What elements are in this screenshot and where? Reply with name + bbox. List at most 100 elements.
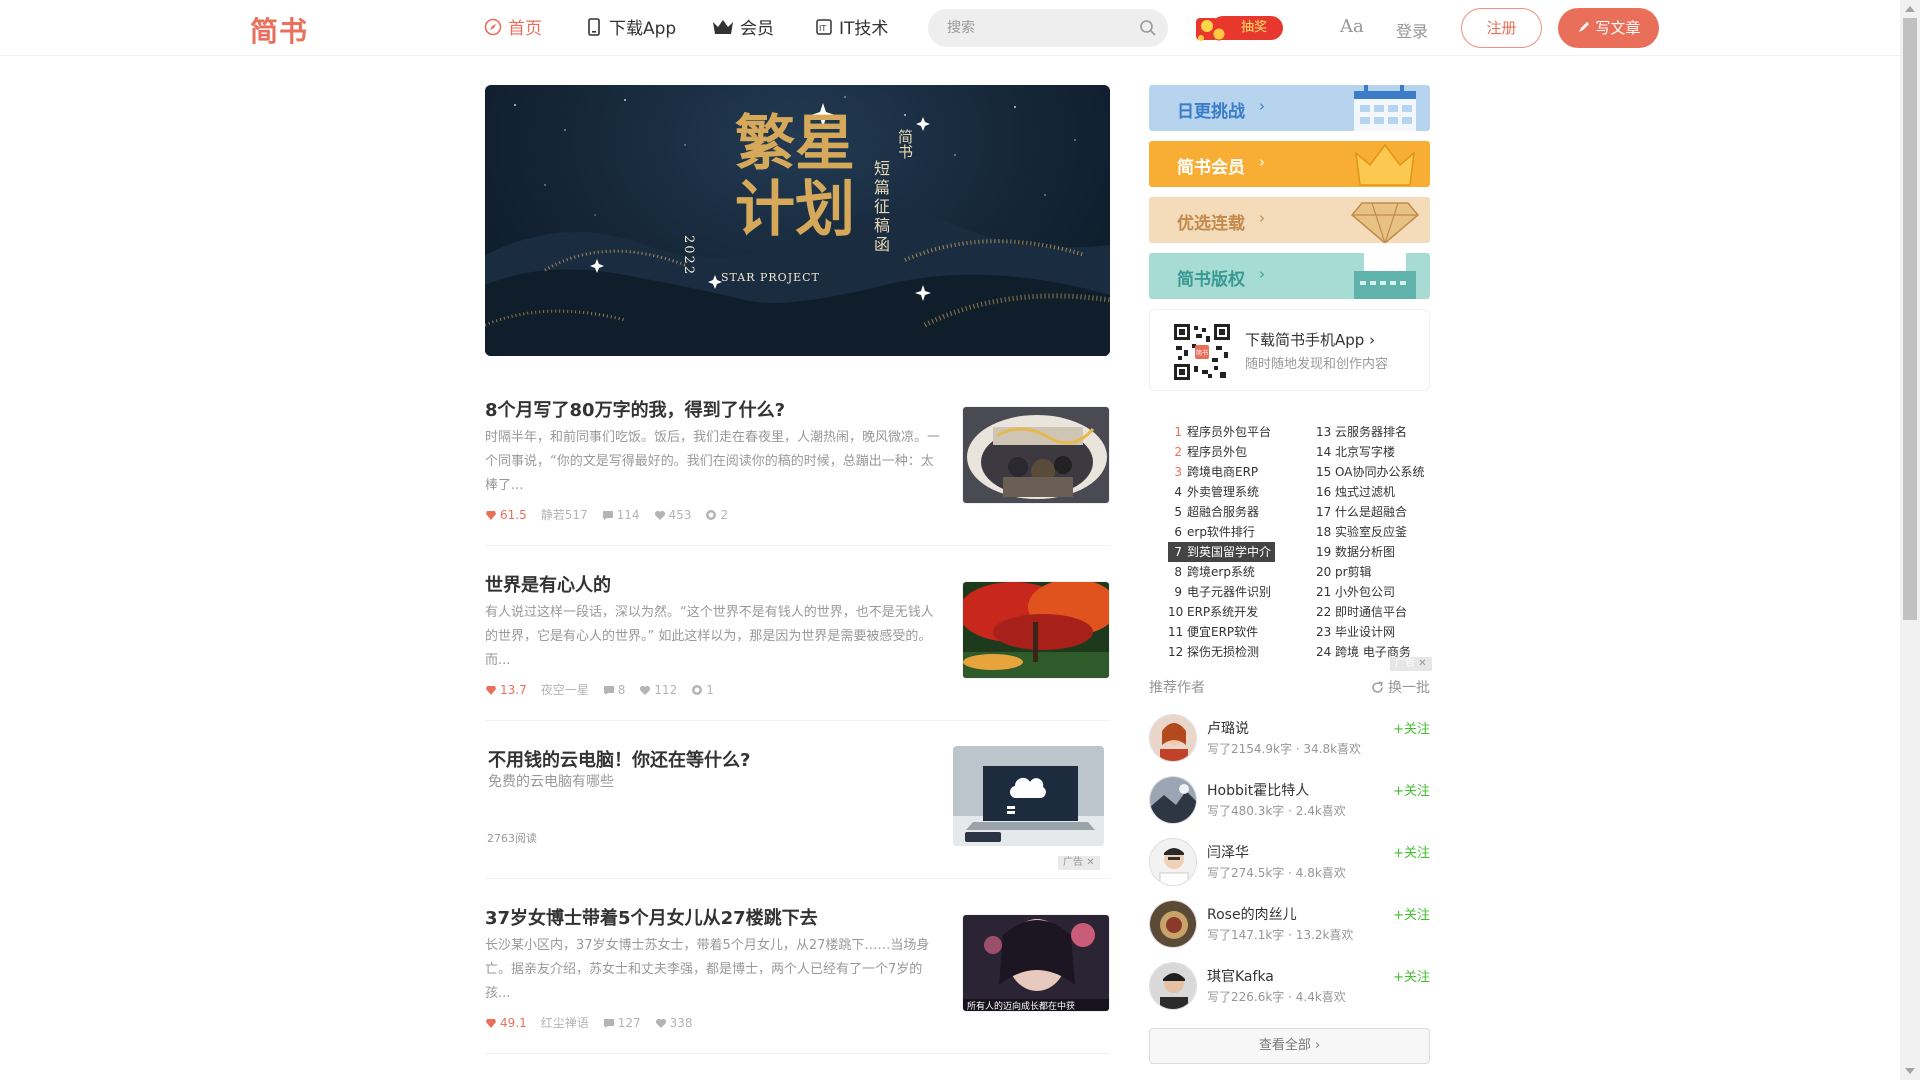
- follow-button[interactable]: +关注: [1393, 780, 1430, 799]
- follow-button[interactable]: +关注: [1393, 842, 1430, 861]
- banner-copyright[interactable]: 简书版权 ›: [1149, 253, 1430, 299]
- view-all-authors-button[interactable]: 查看全部 ›: [1149, 1028, 1430, 1064]
- hot-item[interactable]: 19 数据分析图: [1316, 542, 1395, 562]
- hot-item[interactable]: 21 小外包公司: [1316, 582, 1395, 602]
- refresh-button[interactable]: 换一批: [1371, 677, 1430, 697]
- hot-item[interactable]: 9 电子元器件识别: [1168, 582, 1271, 602]
- hot-item[interactable]: 15 OA协同办公系统: [1316, 462, 1424, 482]
- diamond-icon: [486, 510, 496, 520]
- download-app-card[interactable]: 简书 下载简书手机App › 随时随地发现和创作内容: [1149, 309, 1430, 391]
- hot-item[interactable]: 3 跨境电商ERP: [1168, 462, 1258, 482]
- ad-title[interactable]: 不用钱的云电脑！你还在等什么?: [488, 746, 750, 772]
- author-name[interactable]: Rose的肉丝儿: [1207, 904, 1297, 924]
- banner-serial[interactable]: 优选连载 ›: [1149, 197, 1430, 243]
- heart-icon: [654, 510, 665, 520]
- article-thumbnail[interactable]: 所有人的迈向成长都在中获: [962, 914, 1110, 1012]
- lottery-button[interactable]: 抽奖: [1193, 12, 1285, 44]
- article-title[interactable]: 世界是有心人的: [485, 571, 611, 597]
- avatar[interactable]: [1149, 714, 1197, 762]
- search-icon[interactable]: [1139, 19, 1157, 37]
- banner-daily-label: 日更挑战: [1177, 102, 1245, 122]
- login-link[interactable]: 登录: [1396, 18, 1428, 42]
- avatar[interactable]: [1149, 776, 1197, 824]
- author-item[interactable]: Hobbit霍比特人 写了480.3k字 · 2.4k喜欢 +关注: [1149, 774, 1430, 824]
- hot-item[interactable]: 13 云服务器排名: [1316, 422, 1407, 442]
- hot-item[interactable]: 5 超融合服务器: [1168, 502, 1259, 522]
- author-item[interactable]: 卢璐说 写了2154.9k字 · 34.8k喜欢 +关注: [1149, 712, 1430, 762]
- hot-list-ad-badge[interactable]: 广告 ✕: [1390, 657, 1432, 671]
- author-name[interactable]: Hobbit霍比特人: [1207, 780, 1309, 800]
- list-item[interactable]: 8个月写了80万字的我，得到了什么? 时隔半年，和前同事们吃饭。饭后，我们走在春…: [485, 396, 1110, 546]
- write-article-button[interactable]: 写文章: [1558, 8, 1659, 48]
- close-icon[interactable]: ✕: [1418, 658, 1426, 669]
- article-author[interactable]: 红尘禅语: [541, 1014, 589, 1031]
- crown-icon: [712, 18, 734, 36]
- author-name[interactable]: 卢璐说: [1207, 718, 1249, 738]
- banner-serial-label: 优选连载: [1177, 214, 1245, 234]
- follow-button[interactable]: +关注: [1393, 718, 1430, 737]
- ad-thumbnail[interactable]: [953, 746, 1104, 846]
- hot-item[interactable]: 1 程序员外包平台: [1168, 422, 1271, 442]
- hot-item[interactable]: 14 北京写字楼: [1316, 442, 1395, 462]
- hot-item[interactable]: 12 探伤无损检测: [1168, 642, 1259, 662]
- nav-it-tech[interactable]: IT IT技术: [815, 14, 888, 39]
- download-subtitle: 随时随地发现和创作内容: [1245, 357, 1389, 372]
- page-scrollbar[interactable]: [1900, 0, 1920, 1080]
- font-size-toggle[interactable]: Aa: [1340, 16, 1364, 37]
- follow-button[interactable]: +关注: [1393, 966, 1430, 985]
- site-logo[interactable]: 简书: [250, 10, 308, 50]
- search-input[interactable]: [947, 10, 1127, 46]
- hot-item[interactable]: 10 ERP系统开发: [1168, 602, 1258, 622]
- article-title[interactable]: 8个月写了80万字的我，得到了什么?: [485, 396, 785, 422]
- search-box: [928, 9, 1168, 47]
- author-item[interactable]: 闫泽华 写了274.5k字 · 4.8k喜欢 +关注: [1149, 836, 1430, 886]
- comment-count[interactable]: 114: [602, 508, 640, 522]
- scroll-down-icon[interactable]: [1905, 1068, 1915, 1074]
- close-icon[interactable]: ✕: [1086, 857, 1094, 868]
- like-count: 112: [639, 683, 677, 697]
- author-item[interactable]: 琪官Kafka 写了226.6k字 · 4.4k喜欢 +关注: [1149, 960, 1430, 1010]
- list-item[interactable]: 世界是有心人的 有人说过这样一段话，深以为然。“这个世界不是有钱人的世界，也不是…: [485, 571, 1110, 721]
- article-thumbnail[interactable]: [962, 581, 1110, 679]
- author-name[interactable]: 闫泽华: [1207, 842, 1249, 862]
- comment-count[interactable]: 8: [603, 683, 625, 697]
- avatar[interactable]: [1149, 838, 1197, 886]
- hot-item-selected[interactable]: 7 到英国留学中介: [1168, 542, 1276, 562]
- hot-item[interactable]: 6 erp软件排行: [1168, 522, 1255, 542]
- qr-center-label: 简书: [1196, 349, 1208, 357]
- article-thumbnail[interactable]: [962, 406, 1110, 504]
- hot-item[interactable]: 16 烛式过滤机: [1316, 482, 1395, 502]
- avatar[interactable]: [1149, 900, 1197, 948]
- hot-item[interactable]: 18 实验室反应釜: [1316, 522, 1407, 542]
- ad-list-item[interactable]: 不用钱的云电脑！你还在等什么? 免费的云电脑有哪些 2763阅读 广告 ✕: [485, 746, 1110, 879]
- ad-badge[interactable]: 广告 ✕: [1058, 856, 1100, 870]
- author-item[interactable]: Rose的肉丝儿 写了147.1k字 · 13.2k喜欢 +关注: [1149, 898, 1430, 948]
- article-title[interactable]: 37岁女博士带着5个月女儿从27楼跳下去: [485, 904, 818, 930]
- hot-item[interactable]: 11 便宜ERP软件: [1168, 622, 1258, 642]
- author-name[interactable]: 琪官Kafka: [1207, 966, 1274, 986]
- hot-item[interactable]: 22 即时通信平台: [1316, 602, 1407, 622]
- hot-item[interactable]: 23 毕业设计网: [1316, 622, 1395, 642]
- scroll-thumb[interactable]: [1903, 18, 1917, 620]
- banner-membership[interactable]: 简书会员 ›: [1149, 141, 1430, 187]
- nav-membership[interactable]: 会员: [712, 14, 774, 39]
- hero-banner[interactable]: 繁星计划 简书 短篇征稿函 2022 STAR PROJECT: [485, 85, 1110, 356]
- hot-item[interactable]: 17 什么是超融合: [1316, 502, 1407, 522]
- avatar[interactable]: [1149, 962, 1197, 1010]
- hot-item[interactable]: 20 pr剪辑: [1316, 562, 1372, 582]
- svg-text:IT: IT: [819, 24, 826, 33]
- scroll-up-icon[interactable]: [1905, 6, 1915, 12]
- register-button[interactable]: 注册: [1461, 8, 1542, 48]
- hot-item[interactable]: 4 外卖管理系统: [1168, 482, 1259, 502]
- nav-download-app[interactable]: 下载App: [585, 14, 676, 39]
- comment-count[interactable]: 127: [603, 1016, 641, 1030]
- article-author[interactable]: 夜空一星: [541, 681, 589, 698]
- follow-button[interactable]: +关注: [1393, 904, 1430, 923]
- list-item[interactable]: 37岁女博士带着5个月女儿从27楼跳下去 长沙某小区内，37岁女博士苏女士，带着…: [485, 904, 1110, 1054]
- nav-home[interactable]: 首页: [484, 14, 542, 39]
- hot-item[interactable]: 8 跨境erp系统: [1168, 562, 1255, 582]
- article-author[interactable]: 静若517: [541, 506, 588, 523]
- hot-item[interactable]: 2 程序员外包: [1168, 442, 1247, 462]
- nav-it-label: IT技术: [839, 19, 889, 39]
- banner-daily-challenge[interactable]: 日更挑战 ›: [1149, 85, 1430, 131]
